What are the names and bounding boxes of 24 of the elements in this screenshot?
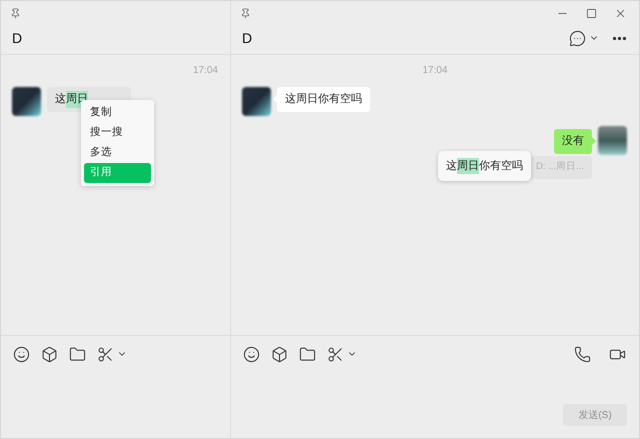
chat-title: D	[12, 28, 22, 48]
maximize-icon[interactable]	[586, 8, 597, 19]
phone-icon[interactable]	[574, 346, 591, 362]
scissors-icon[interactable]	[327, 346, 344, 362]
menu-item[interactable]: 多选	[84, 143, 151, 163]
chat-title: D	[242, 28, 252, 48]
emoji-icon[interactable]	[13, 346, 30, 362]
close-icon[interactable]	[614, 7, 627, 20]
pin-icon[interactable]	[240, 8, 251, 19]
avatar-placeholder	[598, 126, 627, 155]
folder-icon[interactable]	[299, 346, 316, 362]
avatar-placeholder	[12, 87, 41, 116]
quote-preview-popup: 这周日你有空吗	[438, 151, 531, 181]
chat-bubble-icon[interactable]	[569, 30, 586, 46]
pin-icon[interactable]	[10, 8, 21, 19]
cube-icon[interactable]	[41, 346, 58, 362]
menu-item[interactable]: 搜一搜	[84, 123, 151, 143]
cube-icon[interactable]	[271, 346, 288, 362]
message-timestamp: 17:04	[192, 64, 218, 78]
scissors-icon[interactable]	[97, 346, 114, 362]
message-timestamp: 17:04	[422, 64, 448, 78]
folder-icon[interactable]	[69, 346, 86, 362]
avatar-placeholder	[242, 87, 271, 116]
emoji-icon[interactable]	[243, 346, 260, 362]
